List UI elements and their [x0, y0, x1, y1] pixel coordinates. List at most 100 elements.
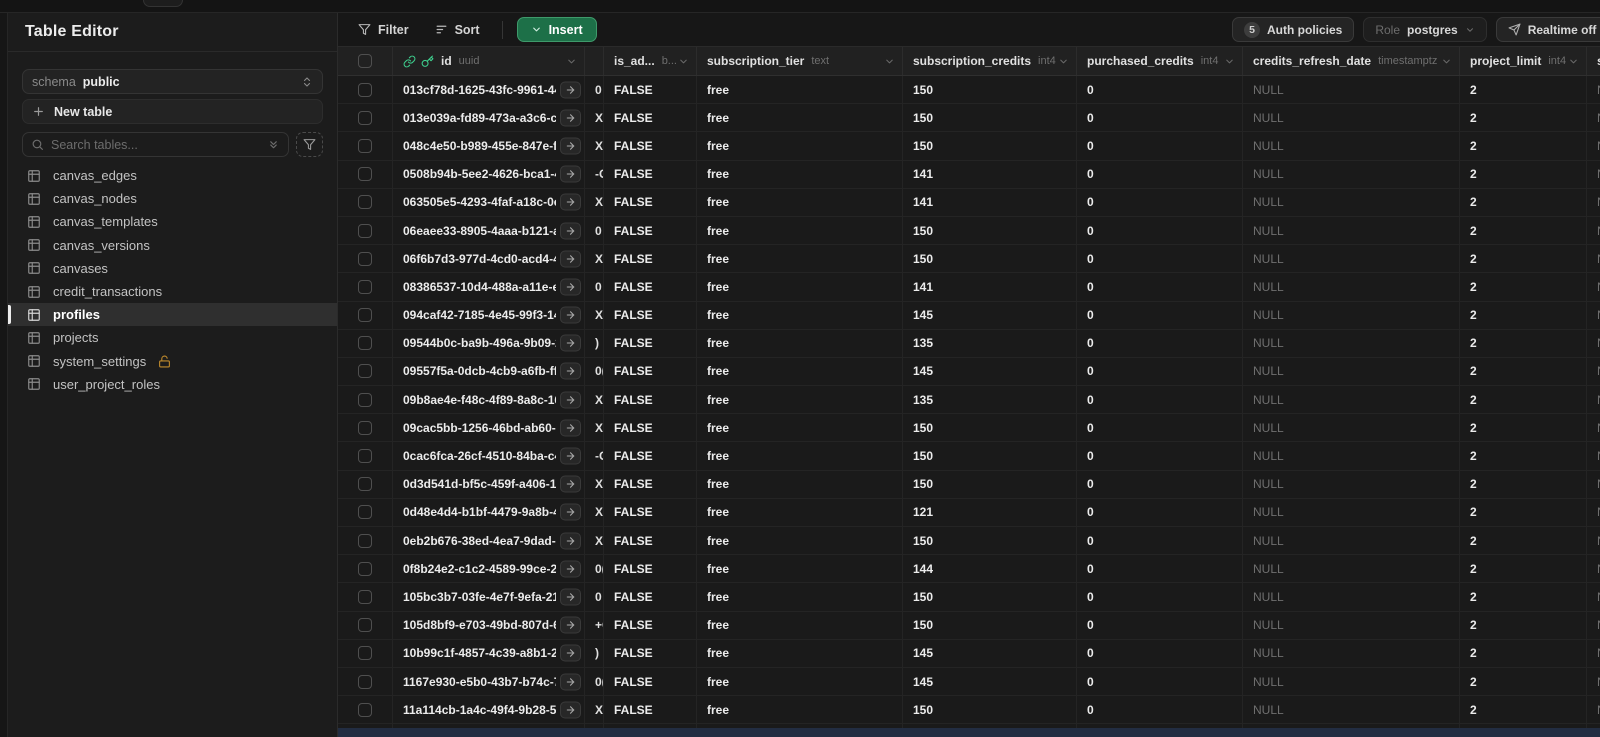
is-admin-cell[interactable]: FALSE: [604, 188, 697, 216]
overflow-cell[interactable]: NU: [1587, 668, 1600, 695]
is-admin-cell[interactable]: FALSE: [604, 498, 697, 526]
clipped-cell[interactable]: 0(: [585, 357, 604, 386]
expand-row-button[interactable]: [560, 362, 581, 380]
id-cell[interactable]: 0cac6fca-26cf-4510-84ba-c4580...: [393, 442, 585, 470]
purchased-credits-cell[interactable]: 0: [1077, 667, 1243, 696]
column-header-purchased-credits[interactable]: purchased_credits int4: [1077, 47, 1243, 75]
overflow-cell[interactable]: NU: [1587, 104, 1600, 131]
is-admin-cell[interactable]: FALSE: [604, 245, 697, 273]
overflow-cell[interactable]: NU: [1587, 217, 1600, 244]
subscription-tier-cell[interactable]: free: [697, 76, 903, 104]
role-selector-button[interactable]: Role postgres: [1363, 17, 1487, 42]
column-menu-icon[interactable]: [1224, 56, 1235, 67]
project-limit-cell[interactable]: 2: [1460, 188, 1587, 216]
clipped-cell[interactable]: -C: [585, 160, 604, 188]
is-admin-cell[interactable]: FALSE: [604, 160, 697, 188]
project-limit-cell[interactable]: 2: [1460, 329, 1587, 357]
expand-row-button[interactable]: [560, 250, 581, 268]
is-admin-cell[interactable]: FALSE: [604, 329, 697, 357]
row-checkbox[interactable]: [358, 82, 372, 97]
credits-refresh-date-cell[interactable]: NULL: [1243, 273, 1460, 301]
subscription-tier-cell[interactable]: free: [697, 160, 903, 188]
id-cell[interactable]: 0d48e4d4-b1bf-4479-9a8b-4a4b...: [393, 498, 585, 526]
clipped-cell[interactable]: X: [585, 188, 604, 216]
credits-refresh-date-cell[interactable]: NULL: [1243, 583, 1460, 611]
clipped-cell[interactable]: 0: [585, 216, 604, 245]
row-checkbox[interactable]: [358, 533, 372, 548]
overflow-cell[interactable]: NU: [1587, 583, 1600, 610]
row-checkbox[interactable]: [358, 392, 372, 407]
clipped-cell[interactable]: X: [585, 104, 604, 132]
purchased-credits-cell[interactable]: 0: [1077, 527, 1243, 555]
purchased-credits-cell[interactable]: 0: [1077, 386, 1243, 414]
project-limit-cell[interactable]: 2: [1460, 245, 1587, 273]
expand-row-button[interactable]: [560, 419, 581, 437]
row-checkbox[interactable]: [358, 618, 372, 633]
clipped-cell[interactable]: X: [585, 245, 604, 273]
sidebar-table-item[interactable]: canvas_versions: [8, 234, 337, 257]
clipped-cell[interactable]: 0: [585, 583, 604, 611]
id-cell[interactable]: 09544b0c-ba9b-496a-9b09-244...: [393, 329, 585, 357]
purchased-credits-cell[interactable]: 0: [1077, 414, 1243, 442]
expand-row-button[interactable]: [560, 137, 581, 155]
is-admin-cell[interactable]: FALSE: [604, 696, 697, 724]
subscription-credits-cell[interactable]: 150: [903, 611, 1077, 639]
row-checkbox[interactable]: [358, 561, 372, 576]
auth-policies-button[interactable]: 5 Auth policies: [1232, 17, 1355, 42]
id-cell[interactable]: 11a114cb-1a4c-49f4-9b28-52219ec...: [393, 696, 585, 724]
subscription-credits-cell[interactable]: 141: [903, 188, 1077, 216]
is-admin-cell[interactable]: FALSE: [604, 386, 697, 414]
subscription-credits-cell[interactable]: 150: [903, 104, 1077, 132]
project-limit-cell[interactable]: 2: [1460, 104, 1587, 132]
overflow-cell[interactable]: NU: [1587, 471, 1600, 498]
overflow-cell[interactable]: NU: [1587, 442, 1600, 469]
project-limit-cell[interactable]: 2: [1460, 639, 1587, 667]
clipped-cell[interactable]: X: [585, 527, 604, 555]
overflow-cell[interactable]: NU: [1587, 414, 1600, 441]
purchased-credits-cell[interactable]: 0: [1077, 583, 1243, 611]
credits-refresh-date-cell[interactable]: NULL: [1243, 357, 1460, 386]
purchased-credits-cell[interactable]: 0: [1077, 470, 1243, 498]
subscription-credits-cell[interactable]: 150: [903, 76, 1077, 104]
credits-refresh-date-cell[interactable]: NULL: [1243, 386, 1460, 414]
table-filter-button[interactable]: [296, 132, 323, 157]
subscription-tier-cell[interactable]: free: [697, 667, 903, 696]
search-tables-input[interactable]: [51, 137, 260, 152]
subscription-tier-cell[interactable]: free: [697, 442, 903, 470]
sidebar-table-item[interactable]: projects: [8, 326, 337, 349]
expand-row-button[interactable]: [560, 193, 581, 211]
subscription-tier-cell[interactable]: free: [697, 555, 903, 583]
subscription-credits-cell[interactable]: 135: [903, 329, 1077, 357]
subscription-tier-cell[interactable]: free: [697, 329, 903, 357]
credits-refresh-date-cell[interactable]: NULL: [1243, 470, 1460, 498]
clipped-cell[interactable]: +C: [585, 611, 604, 639]
project-limit-cell[interactable]: 2: [1460, 470, 1587, 498]
column-header-subscription-credits[interactable]: subscription_credits int4: [903, 47, 1077, 75]
clipped-cell[interactable]: ): [585, 639, 604, 667]
id-cell[interactable]: 0d3d541d-bf5c-459f-a406-16b93...: [393, 470, 585, 498]
column-menu-icon[interactable]: [1058, 56, 1069, 67]
project-limit-cell[interactable]: 2: [1460, 357, 1587, 386]
subscription-tier-cell[interactable]: free: [697, 216, 903, 245]
expand-row-button[interactable]: [560, 588, 581, 606]
subscription-tier-cell[interactable]: free: [697, 470, 903, 498]
overflow-cell[interactable]: NU: [1587, 612, 1600, 639]
subscription-credits-cell[interactable]: 150: [903, 527, 1077, 555]
expand-row-button[interactable]: [560, 532, 581, 550]
expand-row-button[interactable]: [560, 616, 581, 634]
is-admin-cell[interactable]: FALSE: [604, 442, 697, 470]
row-checkbox[interactable]: [358, 279, 372, 294]
subscription-credits-cell[interactable]: 150: [903, 216, 1077, 245]
sidebar-table-item[interactable]: user_project_roles: [8, 373, 337, 396]
overflow-cell[interactable]: NU: [1587, 76, 1600, 103]
subscription-credits-cell[interactable]: 141: [903, 273, 1077, 301]
row-checkbox[interactable]: [358, 589, 372, 604]
expand-row-button[interactable]: [560, 109, 581, 127]
is-admin-cell[interactable]: FALSE: [604, 555, 697, 583]
credits-refresh-date-cell[interactable]: NULL: [1243, 329, 1460, 357]
overflow-cell[interactable]: NU: [1587, 527, 1600, 554]
id-cell[interactable]: 105bc3b7-03fe-4e7f-9efa-21bb40...: [393, 583, 585, 611]
column-header-project-limit[interactable]: project_limit int4: [1460, 47, 1587, 75]
id-cell[interactable]: 09cac5bb-1256-46bd-ab60-64ed...: [393, 414, 585, 442]
purchased-credits-cell[interactable]: 0: [1077, 357, 1243, 386]
